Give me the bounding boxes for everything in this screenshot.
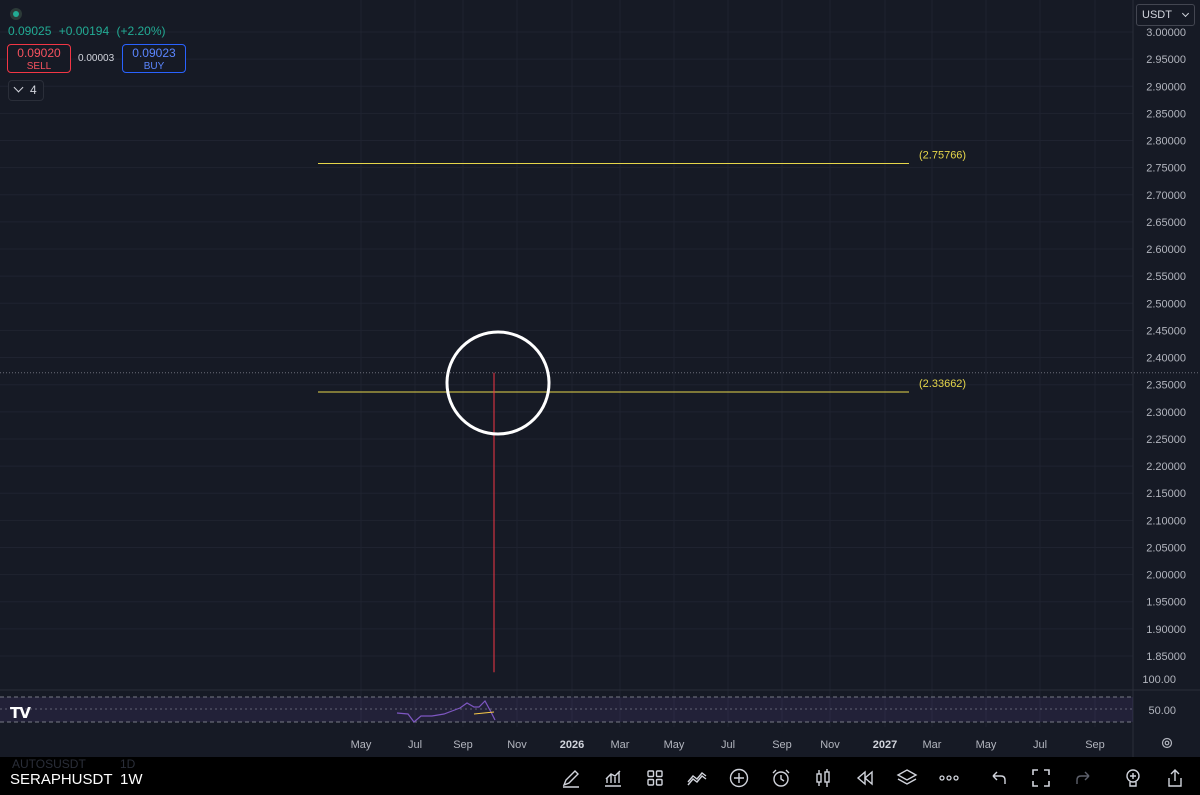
buy-button[interactable]: 0.09023 BUY bbox=[122, 44, 186, 73]
timeframe-selector[interactable]: 1W bbox=[120, 771, 143, 788]
layers-icon[interactable] bbox=[896, 767, 918, 789]
price-tick-label: 3.00000 bbox=[1146, 27, 1186, 39]
indicators-icon[interactable] bbox=[686, 767, 708, 789]
time-axis-label: Nov bbox=[507, 739, 527, 751]
last-price: 0.09025 bbox=[8, 24, 52, 38]
horizontal-level-label: (2.75766) bbox=[919, 149, 966, 161]
candles-icon[interactable] bbox=[812, 767, 834, 789]
time-axis-label: Jul bbox=[1033, 739, 1047, 751]
price-tick-label: 2.80000 bbox=[1146, 136, 1186, 148]
currency-select[interactable]: USDT bbox=[1136, 4, 1195, 26]
price-tick-label: 2.95000 bbox=[1146, 54, 1186, 66]
time-axis-label: May bbox=[664, 739, 685, 751]
price-tick-label: 2.40000 bbox=[1146, 353, 1186, 365]
live-status-icon bbox=[10, 8, 22, 20]
price-tick-label: 2.05000 bbox=[1146, 542, 1186, 554]
price-tick-label: 2.55000 bbox=[1146, 271, 1186, 283]
chevron-down-icon bbox=[1181, 9, 1190, 18]
indicators-collapse-button[interactable]: 4 bbox=[8, 80, 44, 101]
price-tick-label: 1.90000 bbox=[1146, 624, 1186, 636]
fullscreen-icon[interactable] bbox=[1030, 767, 1052, 789]
time-axis-label: Mar bbox=[611, 739, 630, 751]
time-axis-label: 2026 bbox=[560, 739, 584, 751]
buy-price: 0.09023 bbox=[132, 46, 176, 60]
time-axis-label: May bbox=[976, 739, 997, 751]
tradingview-logo: TV bbox=[10, 704, 31, 722]
price-tick-label: 2.50000 bbox=[1146, 298, 1186, 310]
price-tick-label: 2.45000 bbox=[1146, 325, 1186, 337]
price-tick-label: 2.35000 bbox=[1146, 380, 1186, 392]
bottom-toolbar: AUTOSUSDT 1D SERAPHUSDT 1W bbox=[0, 757, 1200, 795]
sell-label: SELL bbox=[26, 61, 52, 72]
price-change-pct: (+2.20%) bbox=[116, 24, 166, 38]
chart-type-icon[interactable] bbox=[602, 767, 624, 789]
price-change: +0.00194 bbox=[58, 24, 110, 38]
spread-value: 0.00003 bbox=[78, 53, 115, 64]
price-tick-label: 1.85000 bbox=[1146, 651, 1186, 663]
share-icon[interactable] bbox=[1164, 767, 1186, 789]
sell-price: 0.09020 bbox=[17, 46, 61, 60]
time-axis-label: May bbox=[351, 739, 372, 751]
time-axis-label: Nov bbox=[820, 739, 840, 751]
price-tick-label: 1.95000 bbox=[1146, 597, 1186, 609]
chevron-down-icon bbox=[13, 82, 24, 93]
rsi-tick-label: 50.00 bbox=[1148, 705, 1176, 717]
chart-area[interactable]: 3.00000 2.95000 2.90000 2.85000 2.80000 2.750… bbox=[0, 0, 1200, 757]
replay-icon[interactable] bbox=[854, 767, 876, 789]
quote-line: 0.09025 +0.00194 (+2.20%) bbox=[8, 24, 170, 38]
alarm-icon[interactable] bbox=[770, 767, 792, 789]
time-axis-label: 2027 bbox=[873, 739, 897, 751]
price-tick-label: 2.30000 bbox=[1146, 407, 1186, 419]
price-tick-label: 2.90000 bbox=[1146, 81, 1186, 93]
pen-icon[interactable] bbox=[560, 767, 582, 789]
more-icon[interactable] bbox=[938, 767, 960, 789]
price-tick-label: 2.20000 bbox=[1146, 461, 1186, 473]
chart-canvas[interactable]: 3.00000 2.95000 2.90000 2.85000 2.80000 2.750… bbox=[0, 0, 1200, 757]
rsi-tick-label: 100.00 bbox=[1142, 674, 1176, 686]
time-axis-label: Mar bbox=[923, 739, 942, 751]
price-tick-label: 2.00000 bbox=[1146, 570, 1186, 582]
time-axis-label: Jul bbox=[721, 739, 735, 751]
redo-icon[interactable] bbox=[1072, 767, 1094, 789]
indicators-count: 4 bbox=[30, 83, 37, 97]
time-axis-label: Sep bbox=[772, 739, 792, 751]
price-tick-label: 2.60000 bbox=[1146, 244, 1186, 256]
price-tick-label: 2.25000 bbox=[1146, 434, 1186, 446]
rsi-band bbox=[0, 697, 1133, 722]
price-tick-label: 2.65000 bbox=[1146, 217, 1186, 229]
buy-label: BUY bbox=[143, 61, 165, 72]
previous-symbol[interactable]: AUTOSUSDT bbox=[12, 757, 86, 771]
bulb-icon[interactable] bbox=[1122, 767, 1144, 789]
time-axis-label: Sep bbox=[1085, 739, 1105, 751]
gear-icon[interactable] bbox=[1160, 736, 1174, 750]
previous-timeframe[interactable]: 1D bbox=[120, 757, 135, 771]
add-icon[interactable] bbox=[728, 767, 750, 789]
price-tick-label: 2.75000 bbox=[1146, 163, 1186, 175]
sell-button[interactable]: 0.09020 SELL bbox=[7, 44, 71, 73]
price-tick-label: 2.10000 bbox=[1146, 515, 1186, 527]
price-tick-label: 2.85000 bbox=[1146, 108, 1186, 120]
price-tick-label: 2.15000 bbox=[1146, 488, 1186, 500]
undo-icon[interactable] bbox=[988, 767, 1010, 789]
price-tick-label: 2.70000 bbox=[1146, 190, 1186, 202]
currency-value: USDT bbox=[1142, 9, 1172, 21]
time-axis-label: Jul bbox=[408, 739, 422, 751]
grid-icon[interactable] bbox=[644, 767, 666, 789]
time-axis-label: Sep bbox=[453, 739, 473, 751]
symbol-selector[interactable]: SERAPHUSDT bbox=[10, 771, 113, 788]
horizontal-level-label: (2.33662) bbox=[919, 378, 966, 390]
